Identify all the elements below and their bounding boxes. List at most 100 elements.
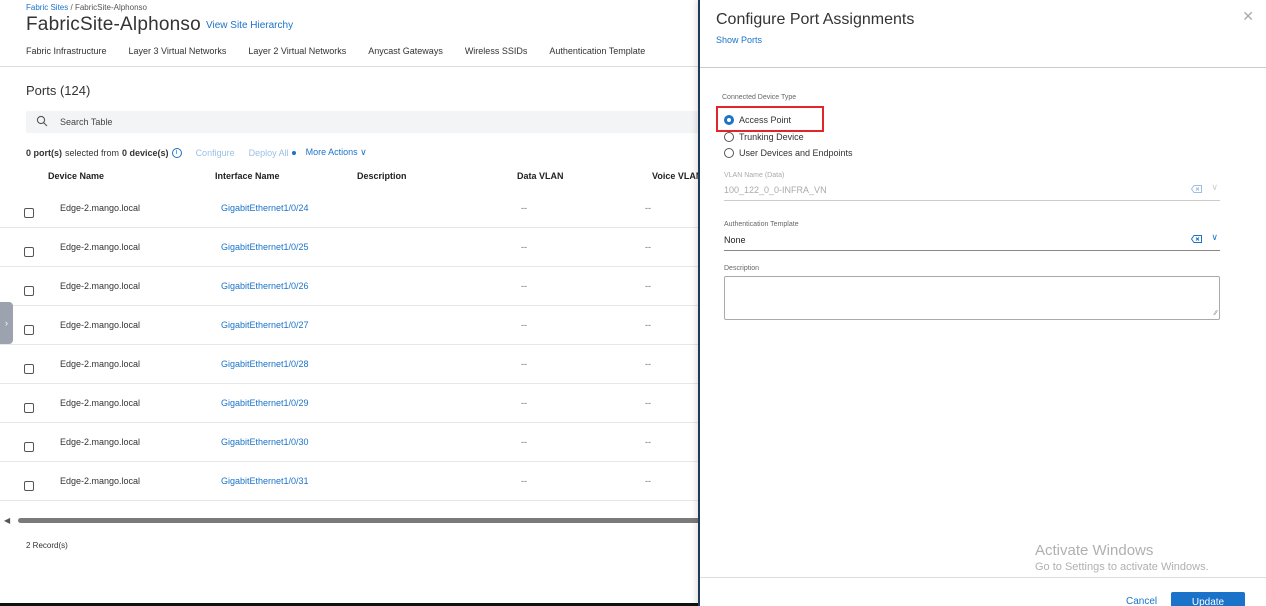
data-vlan: -- [521, 242, 527, 252]
interface-link[interactable]: GigabitEthernet1/0/30 [221, 437, 309, 447]
row-checkbox[interactable] [24, 247, 34, 257]
drawer-title: Configure Port Assignments [716, 11, 915, 28]
breadcrumb-current: FabricSite-Alphonso [74, 3, 147, 12]
scroll-left-icon[interactable]: ◀ [4, 516, 10, 525]
expand-panel-handle[interactable]: › [0, 302, 13, 344]
row-checkbox[interactable] [24, 364, 34, 374]
column-voice-vlan[interactable]: Voice VLAN [652, 171, 702, 181]
row-checkbox[interactable] [24, 325, 34, 335]
vlan-name-value: 100_122_0_0-INFRA_VN [724, 185, 827, 195]
data-vlan: -- [521, 437, 527, 447]
page: Fabric Sites / FabricSite-Alphonso Fabri… [0, 0, 1266, 606]
page-title: FabricSite-Alphonso [26, 14, 201, 35]
radio-access-point[interactable]: Access Point [724, 115, 791, 125]
device-name: Edge-2.mango.local [60, 203, 141, 213]
data-vlan: -- [521, 320, 527, 330]
row-checkbox[interactable] [24, 481, 34, 491]
row-checkbox[interactable] [24, 442, 34, 452]
authentication-template-label: Authentication Template [724, 221, 799, 228]
data-vlan: -- [521, 359, 527, 369]
scrollbar-thumb[interactable] [18, 518, 700, 523]
data-vlan: -- [521, 203, 527, 213]
device-name: Edge-2.mango.local [60, 320, 141, 330]
device-name: Edge-2.mango.local [60, 242, 141, 252]
tab-layer2-virtual-networks[interactable]: Layer 2 Virtual Networks [248, 46, 346, 56]
resize-handle-icon[interactable]: ∕∕ [1215, 310, 1217, 317]
radio-unselected-icon [724, 148, 734, 158]
row-checkbox[interactable] [24, 403, 34, 413]
breadcrumb-parent[interactable]: Fabric Sites [26, 3, 68, 12]
configure-port-assignments-drawer: Configure Port Assignments ✕ Show Ports … [698, 0, 1266, 606]
selection-text: selected from [65, 147, 120, 158]
interface-link[interactable]: GigabitEthernet1/0/27 [221, 320, 309, 330]
interface-link[interactable]: GigabitEthernet1/0/26 [221, 281, 309, 291]
tab-anycast-gateways[interactable]: Anycast Gateways [368, 46, 443, 56]
interface-link[interactable]: GigabitEthernet1/0/25 [221, 242, 309, 252]
close-icon[interactable]: ✕ [1242, 8, 1254, 25]
device-name: Edge-2.mango.local [60, 359, 141, 369]
data-vlan: -- [521, 476, 527, 486]
tab-authentication-template[interactable]: Authentication Template [549, 46, 645, 56]
radio-label: User Devices and Endpoints [739, 148, 853, 158]
breadcrumb-separator: / [70, 3, 73, 12]
selected-port-count: 0 port(s) [26, 147, 62, 158]
clear-icon[interactable] [1191, 235, 1202, 243]
view-site-hierarchy-link[interactable]: View Site Hierarchy [206, 20, 293, 31]
tab-layer3-virtual-networks[interactable]: Layer 3 Virtual Networks [129, 46, 227, 56]
voice-vlan: -- [645, 320, 651, 330]
table-row: Edge-2.mango.local GigabitEthernet1/0/30… [0, 423, 700, 462]
tab-wireless-ssids[interactable]: Wireless SSIDs [465, 46, 528, 56]
search-input[interactable]: Search Table [26, 111, 700, 133]
radio-user-devices[interactable]: User Devices and Endpoints [724, 148, 853, 158]
column-data-vlan[interactable]: Data VLAN [517, 171, 564, 181]
activate-windows-subtitle: Go to Settings to activate Windows. [1035, 561, 1209, 573]
cancel-button[interactable]: Cancel [1126, 596, 1157, 606]
table-row: Edge-2.mango.local GigabitEthernet1/0/29… [0, 384, 700, 423]
table-row: Edge-2.mango.local GigabitEthernet1/0/25… [0, 228, 700, 267]
interface-link[interactable]: GigabitEthernet1/0/28 [221, 359, 309, 369]
interface-link[interactable]: GigabitEthernet1/0/24 [221, 203, 309, 213]
chevron-down-icon[interactable]: ∨ [1211, 182, 1218, 193]
column-interface-name[interactable]: Interface Name [215, 171, 280, 181]
radio-trunking-device[interactable]: Trunking Device [724, 132, 804, 142]
footer-divider [700, 577, 1266, 578]
deploy-all-button[interactable]: Deploy All [249, 148, 289, 158]
column-description[interactable]: Description [357, 171, 407, 181]
activate-windows-title: Activate Windows [1035, 542, 1154, 559]
interface-link[interactable]: GigabitEthernet1/0/29 [221, 398, 309, 408]
voice-vlan: -- [645, 359, 651, 369]
radio-unselected-icon [724, 132, 734, 142]
description-textarea[interactable]: ∕∕ [724, 276, 1220, 320]
device-name: Edge-2.mango.local [60, 476, 141, 486]
radio-selected-icon [724, 115, 734, 125]
row-checkbox[interactable] [24, 208, 34, 218]
radio-label: Trunking Device [739, 132, 804, 142]
tabs-divider [0, 66, 700, 67]
update-button[interactable]: Update [1171, 592, 1245, 606]
tab-fabric-infrastructure[interactable]: Fabric Infrastructure [26, 46, 107, 56]
device-name: Edge-2.mango.local [60, 398, 141, 408]
info-icon[interactable]: i [171, 147, 182, 158]
row-checkbox[interactable] [24, 286, 34, 296]
clear-icon[interactable] [1191, 185, 1202, 193]
authentication-template-value: None [724, 235, 746, 245]
configure-button[interactable]: Configure [196, 148, 235, 158]
voice-vlan: -- [645, 437, 651, 447]
authentication-template-select[interactable]: None ∨ [724, 231, 1220, 251]
chevron-down-icon[interactable]: ∨ [1211, 232, 1218, 243]
data-vlan: -- [521, 398, 527, 408]
device-name: Edge-2.mango.local [60, 437, 141, 447]
horizontal-scrollbar[interactable]: ◀ [4, 516, 700, 525]
radio-label: Access Point [739, 115, 792, 125]
interface-link[interactable]: GigabitEthernet1/0/31 [221, 476, 309, 486]
ports-heading: Ports (124) [26, 83, 91, 98]
vlan-name-select[interactable]: 100_122_0_0-INFRA_VN ∨ [724, 181, 1220, 201]
more-actions-menu[interactable]: More Actions ∨ [306, 147, 367, 158]
voice-vlan: -- [645, 242, 651, 252]
show-ports-link[interactable]: Show Ports [716, 35, 762, 45]
connected-device-type-label: Connected Device Type [722, 94, 797, 101]
voice-vlan: -- [645, 281, 651, 291]
table-row: Edge-2.mango.local GigabitEthernet1/0/27… [0, 306, 700, 345]
column-device-name[interactable]: Device Name [48, 171, 104, 181]
search-icon [36, 115, 48, 127]
